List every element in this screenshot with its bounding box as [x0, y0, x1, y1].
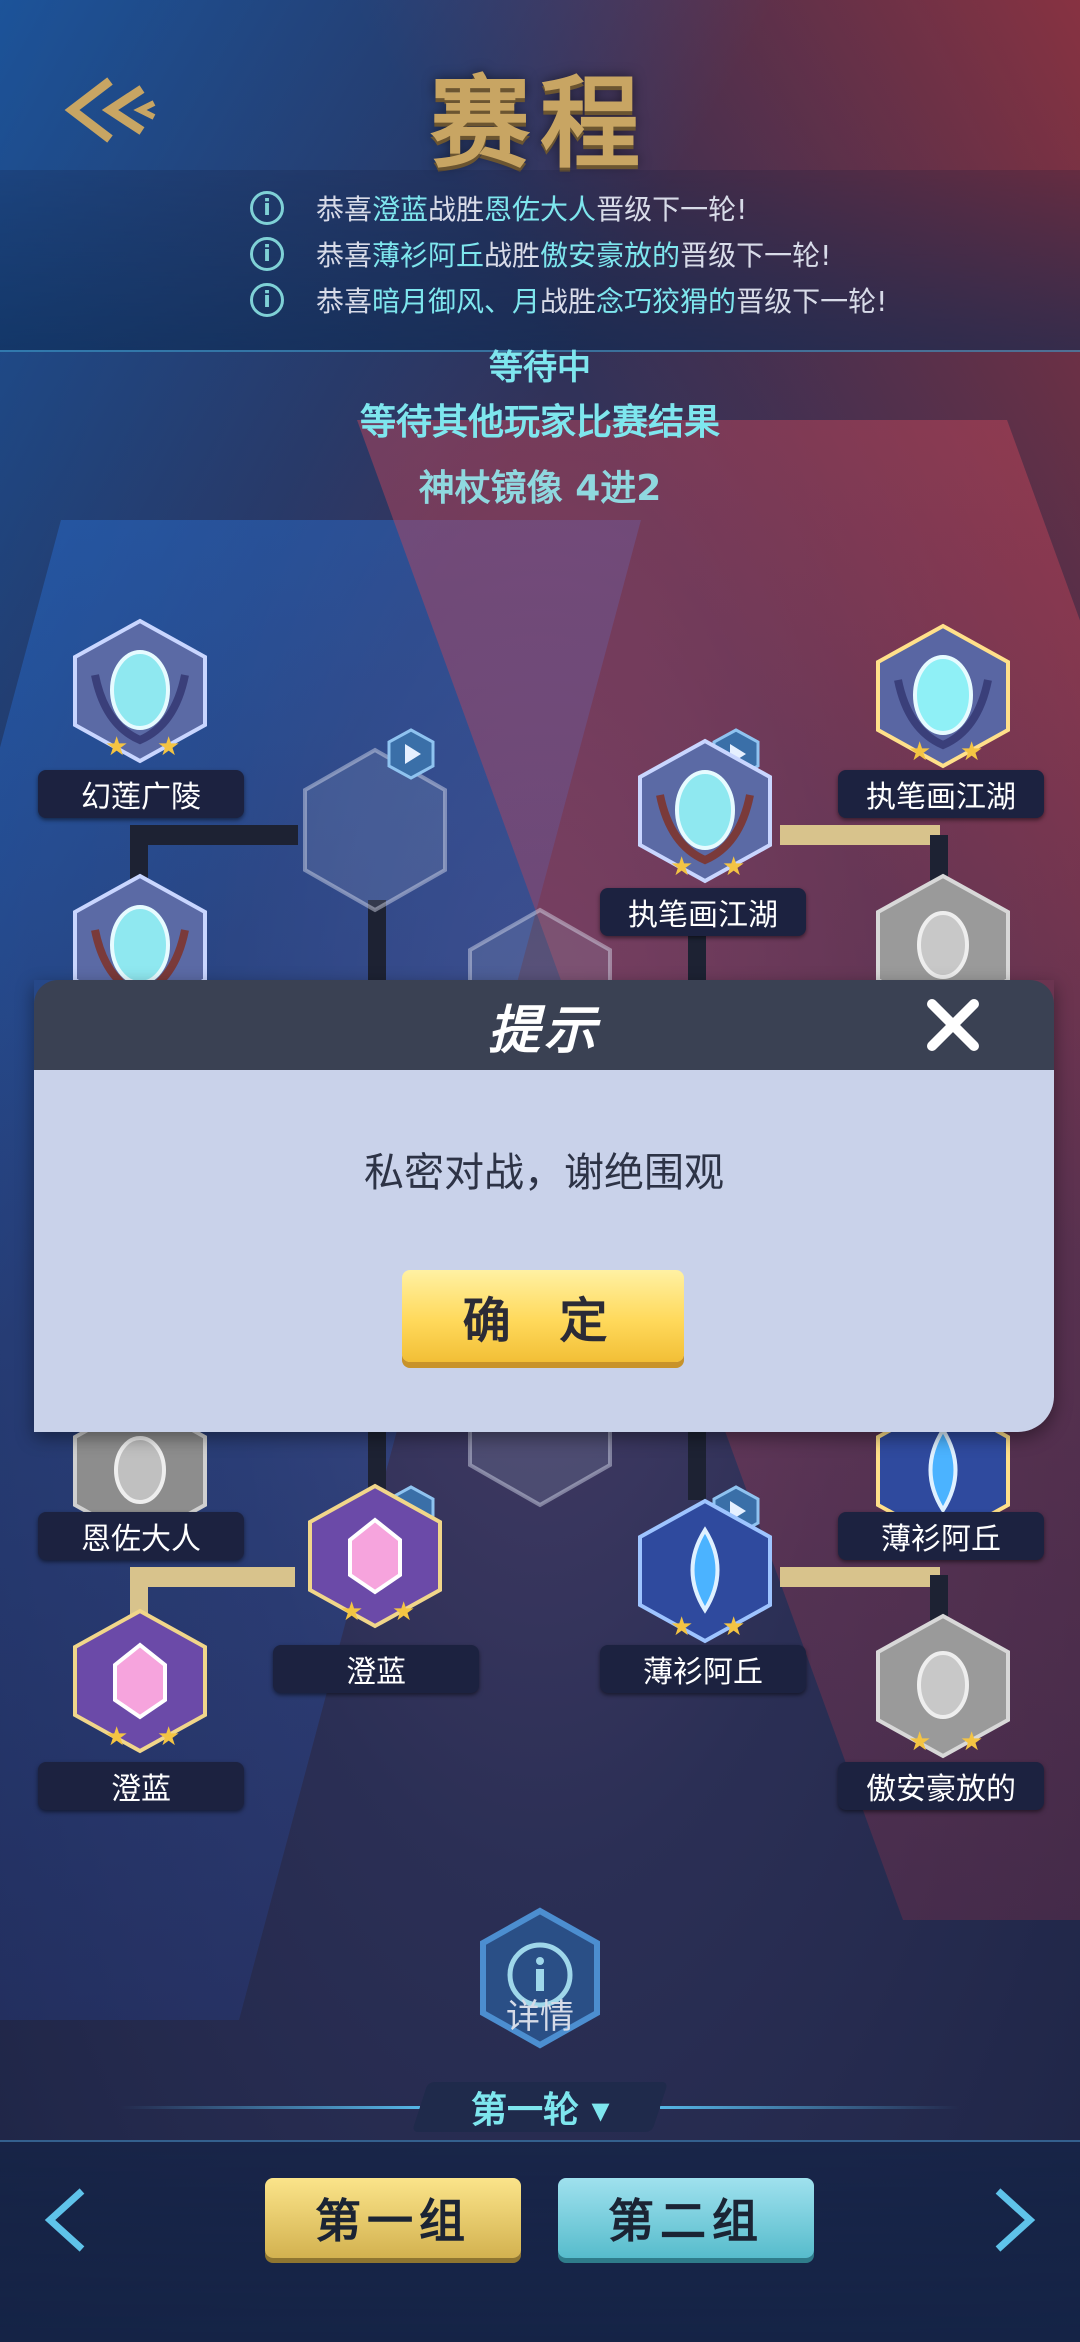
alert-dialog: 提示 私密对战，谢绝围观 确 定 [34, 980, 1054, 1432]
round-divider-line [660, 2106, 960, 2109]
svg-text:★: ★ [157, 1722, 180, 1752]
dialog-message: 私密对战，谢绝围观 [364, 1150, 724, 1196]
notice-winner: 澄蓝 [372, 193, 429, 226]
dialog-body: 私密对战，谢绝围观 确 定 [34, 1070, 1054, 1432]
svg-text:★: ★ [105, 732, 128, 762]
player-name: 薄衫阿丘 [600, 1645, 806, 1693]
svg-text:★: ★ [157, 732, 180, 762]
notice-text: 晋级下一轮! [596, 193, 748, 226]
info-icon: i [250, 237, 284, 271]
player-name: 执笔画江湖 [600, 888, 806, 936]
close-icon[interactable] [922, 998, 984, 1052]
rank-badge-icon: ★★ [73, 618, 207, 764]
chevron-left-icon[interactable] [38, 2185, 98, 2255]
chevron-right-icon[interactable] [982, 2185, 1042, 2255]
details-label: 详情 [506, 1997, 574, 2037]
svg-text:★: ★ [105, 1722, 128, 1752]
rank-badge-icon: ★★ [73, 1608, 207, 1754]
notice-text: 晋级下一轮! [736, 285, 888, 318]
bracket-line-winner [780, 1567, 940, 1587]
rank-badge-icon: ★★ [876, 623, 1010, 769]
svg-text:★: ★ [670, 1612, 693, 1642]
status-waiting-detail: 等待其他玩家比赛结果 [359, 402, 720, 443]
info-icon: i [250, 191, 284, 225]
notice-text: 战胜 [428, 193, 485, 226]
notice-winner: 暗月御风、月 [372, 285, 541, 318]
notice-item: i 恭喜 暗月御风、月 战胜 念巧狡猾的 晋级下一轮! [250, 277, 1030, 323]
group-tab-bar [0, 2140, 1080, 2342]
notice-list: i 恭喜 澄蓝 战胜 恩佐大人 晋级下一轮! i 恭喜 薄衫阿丘 战胜 傲安豪放的 晋级下一轮!… [250, 185, 1030, 323]
player-name: 澄蓝 [273, 1645, 479, 1693]
svg-text:★: ★ [960, 1727, 983, 1757]
player-name: 澄蓝 [38, 1762, 244, 1810]
status-waiting: 等待中 [489, 348, 591, 388]
notice-loser: 念巧狡猾的 [596, 285, 737, 318]
round-dropdown-label: 第一轮 ▾ [470, 2090, 610, 2131]
notice-item: i 恭喜 澄蓝 战胜 恩佐大人 晋级下一轮! [250, 185, 1030, 231]
notice-text: 战胜 [540, 285, 597, 318]
notice-loser: 恩佐大人 [484, 193, 597, 226]
details-button[interactable]: 详情 [475, 1905, 605, 2055]
notice-text: 晋级下一轮! [680, 239, 832, 272]
dialog-title: 提示 [487, 1000, 600, 1061]
tab-group-2[interactable]: 第二组 [558, 2178, 814, 2258]
page-title: 赛程 [430, 65, 650, 182]
svg-text:★: ★ [340, 1597, 363, 1627]
tab-group-1[interactable]: 第一组 [265, 2178, 521, 2258]
info-icon: i [250, 283, 284, 317]
replay-play-icon[interactable] [385, 728, 437, 780]
notice-text: 恭喜 [316, 285, 373, 318]
player-name: 傲安豪放的 [838, 1762, 1044, 1810]
svg-text:★: ★ [392, 1597, 415, 1627]
bracket-line [688, 1430, 706, 1500]
match-status: 等待中 等待其他玩家比赛结果 神杖镜像 4进2 [0, 340, 1080, 511]
rank-badge-icon: ★★ [638, 1498, 772, 1644]
bracket-line-winner [780, 825, 940, 845]
notice-text: 恭喜 [316, 239, 373, 272]
svg-text:★: ★ [670, 852, 693, 882]
svg-text:★: ★ [960, 737, 983, 767]
player-name: 恩佐大人 [38, 1512, 244, 1560]
confirm-button[interactable]: 确 定 [402, 1270, 684, 1362]
svg-text:★: ★ [908, 1727, 931, 1757]
notice-winner: 薄衫阿丘 [372, 239, 485, 272]
svg-text:★: ★ [908, 737, 931, 767]
status-stage: 神杖镜像 4进2 [418, 468, 662, 509]
notice-text: 战胜 [484, 239, 541, 272]
bracket-line [138, 825, 298, 845]
player-name: 幻莲广陵 [38, 770, 244, 818]
round-divider-line [120, 2106, 420, 2109]
round-dropdown[interactable]: 第一轮 ▾ [411, 2082, 669, 2132]
player-name: 执笔画江湖 [838, 770, 1044, 818]
player-name: 薄衫阿丘 [838, 1512, 1044, 1560]
notice-item: i 恭喜 薄衫阿丘 战胜 傲安豪放的 晋级下一轮! [250, 231, 1030, 277]
notice-loser: 傲安豪放的 [540, 239, 681, 272]
bracket-line-winner [135, 1567, 295, 1587]
svg-text:★: ★ [722, 1612, 745, 1642]
rank-badge-icon: ★★ [876, 1613, 1010, 1759]
rank-badge-icon: ★★ [638, 738, 772, 884]
rank-badge-icon: ★★ [308, 1483, 442, 1629]
dialog-header: 提示 [34, 980, 1054, 1070]
svg-text:★: ★ [722, 852, 745, 882]
notice-text: 恭喜 [316, 193, 373, 226]
